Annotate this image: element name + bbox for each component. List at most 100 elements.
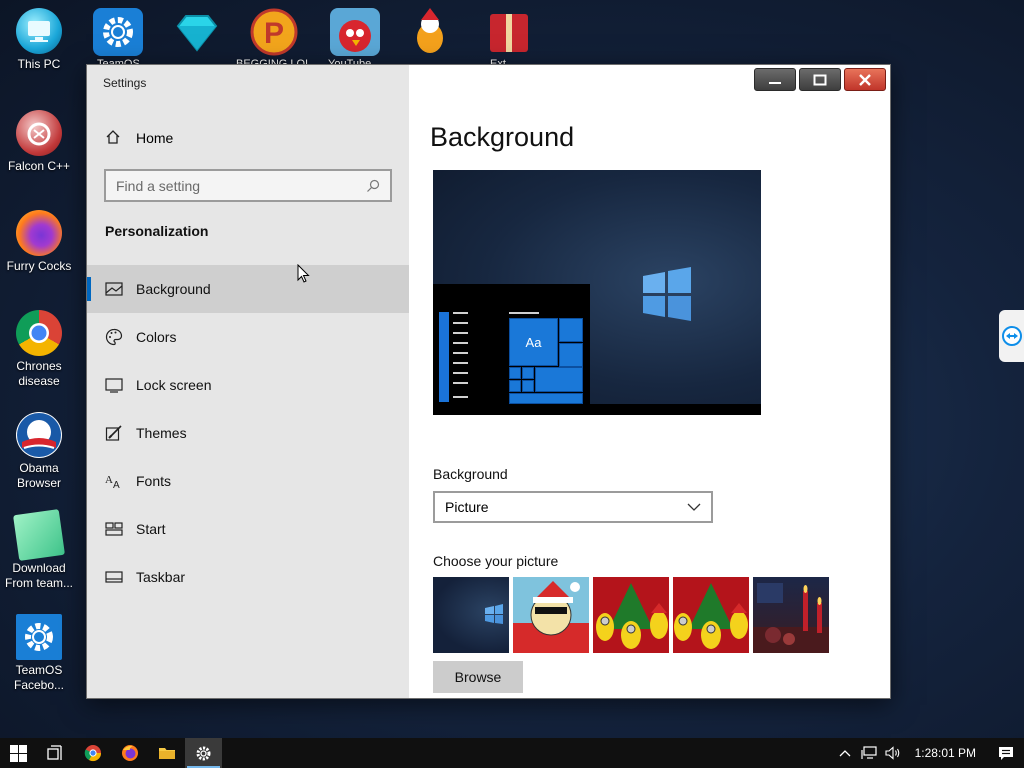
browse-button[interactable]: Browse [433, 661, 523, 693]
volume-button[interactable] [881, 746, 905, 760]
teamviewer-tab[interactable] [999, 310, 1024, 362]
tray-overflow-button[interactable] [833, 749, 857, 757]
background-select[interactable]: Picture [433, 491, 713, 523]
settings-window: Settings Home Find a setting Personaliza… [86, 64, 891, 699]
preview-tile [509, 380, 521, 392]
palette-icon [105, 328, 123, 346]
search-placeholder: Find a setting [116, 177, 201, 194]
preview-tile [535, 367, 583, 392]
chrome-icon [84, 745, 101, 762]
picture-thumbnail-3[interactable] [593, 577, 669, 653]
image-icon [105, 280, 123, 298]
preview-menu-line [453, 322, 468, 324]
taskbar: 1:28:01 PM [0, 738, 1024, 768]
box-icon[interactable] [484, 8, 534, 56]
falcon-ornament-icon [16, 110, 62, 156]
search-input[interactable]: Find a setting [104, 169, 392, 202]
sidebar-item-background[interactable]: Background [87, 265, 409, 313]
chevron-down-icon [687, 503, 701, 511]
diamond-icon[interactable] [172, 8, 222, 56]
sidebar-item-themes[interactable]: Themes [87, 409, 409, 457]
picture-thumbnail-5[interactable] [753, 577, 829, 653]
chrome-icon [16, 310, 62, 356]
network-icon [861, 746, 877, 759]
background-label: Background [433, 466, 508, 482]
preview-menu-line [509, 312, 539, 314]
task-view-button[interactable] [37, 738, 74, 768]
teamviewer-icon [1001, 326, 1022, 346]
desktop-icon-obama-browser[interactable]: Obama Browser [1, 412, 77, 491]
preview-menu-column [439, 312, 449, 402]
network-button[interactable] [857, 746, 881, 760]
search-icon[interactable] [366, 179, 380, 193]
taskbar-icon [105, 568, 123, 586]
preview-menu-line [453, 372, 468, 374]
folder-icon [158, 748, 175, 759]
desktop-icon-chrome[interactable]: Chrones disease [1, 310, 77, 389]
gear-icon[interactable] [93, 8, 143, 56]
desktop-icon-label: Falcon C++ [7, 159, 71, 173]
taskbar-chrome[interactable] [74, 738, 111, 768]
desktop-icon-label: This PC [17, 57, 61, 71]
gear-icon [196, 746, 211, 760]
desktop-icon-label: Furry Cocks [6, 259, 72, 273]
nav-home-label: Home [136, 130, 174, 146]
gear-icon [16, 614, 62, 660]
desktop-icon-label: TeamOS Facebo... [13, 663, 65, 692]
sidebar-item-label: Themes [136, 425, 187, 441]
sidebar-item-fonts[interactable]: AA Fonts [87, 457, 409, 505]
svg-text:A: A [105, 474, 113, 486]
picture-thumbnail-4[interactable] [673, 577, 749, 653]
window-title: Settings [103, 76, 147, 90]
sidebar-item-lock-screen[interactable]: Lock screen [87, 361, 409, 409]
preview-menu-line [453, 342, 468, 344]
desktop-icon-teamos[interactable]: TeamOS Facebo... [1, 614, 77, 693]
sidebar-item-label: Taskbar [136, 569, 186, 585]
nav-list: Background Colors Lock screen Themes A A… [87, 265, 409, 601]
preview-menu-line [453, 332, 468, 334]
windows-logo-icon [643, 267, 691, 321]
page-title: Background [430, 122, 575, 152]
taskbar-clock[interactable]: 1:28:01 PM [905, 746, 988, 760]
penguin-icon[interactable] [405, 8, 455, 56]
taskbar-file-explorer[interactable] [148, 738, 185, 768]
desktop-icon-label: Download From team... [4, 561, 73, 590]
desktop-icon-firefox[interactable]: Furry Cocks [1, 210, 77, 274]
preview-menu-line [453, 362, 468, 364]
sidebar-item-label: Lock screen [136, 377, 212, 393]
picture-thumbnail-1[interactable] [433, 577, 509, 653]
desktop-icon-download[interactable]: Download From team... [1, 509, 77, 591]
section-title: Personalization [105, 223, 209, 239]
preview-menu-line [453, 352, 468, 354]
preview-menu-line [453, 382, 468, 384]
sidebar-item-start[interactable]: Start [87, 505, 409, 553]
action-center-button[interactable] [988, 746, 1024, 761]
obama-logo-icon [16, 412, 62, 458]
background-select-value: Picture [445, 499, 489, 515]
desktop-icon-falcon[interactable]: Falcon C++ [1, 110, 77, 174]
home-icon [105, 129, 123, 148]
notepad-icon [13, 509, 65, 561]
start-button[interactable] [0, 738, 37, 768]
choose-picture-label: Choose your picture [433, 553, 559, 569]
lock-screen-icon [105, 376, 123, 394]
sidebar-item-taskbar[interactable]: Taskbar [87, 553, 409, 601]
desktop-icon-this-pc[interactable]: This PC [1, 8, 77, 72]
taskbar-settings[interactable] [185, 738, 222, 768]
angry-bird-icon[interactable] [330, 8, 380, 56]
background-preview: Aa [433, 170, 761, 415]
themes-icon [105, 424, 123, 442]
p-logo-icon[interactable]: P [249, 8, 299, 56]
mouse-cursor-icon [297, 264, 310, 283]
sidebar-item-colors[interactable]: Colors [87, 313, 409, 361]
picture-thumbnails [433, 577, 829, 653]
taskbar-firefox[interactable] [111, 738, 148, 768]
nav-home[interactable]: Home [87, 123, 409, 153]
picture-thumbnail-2[interactable] [513, 577, 589, 653]
sidebar-item-label: Background [136, 281, 211, 297]
desktop-icon-label: Obama Browser [16, 461, 61, 490]
task-view-icon [46, 745, 62, 760]
start-icon [105, 520, 123, 538]
windows-start-icon [10, 744, 27, 762]
preview-tile [522, 380, 534, 392]
